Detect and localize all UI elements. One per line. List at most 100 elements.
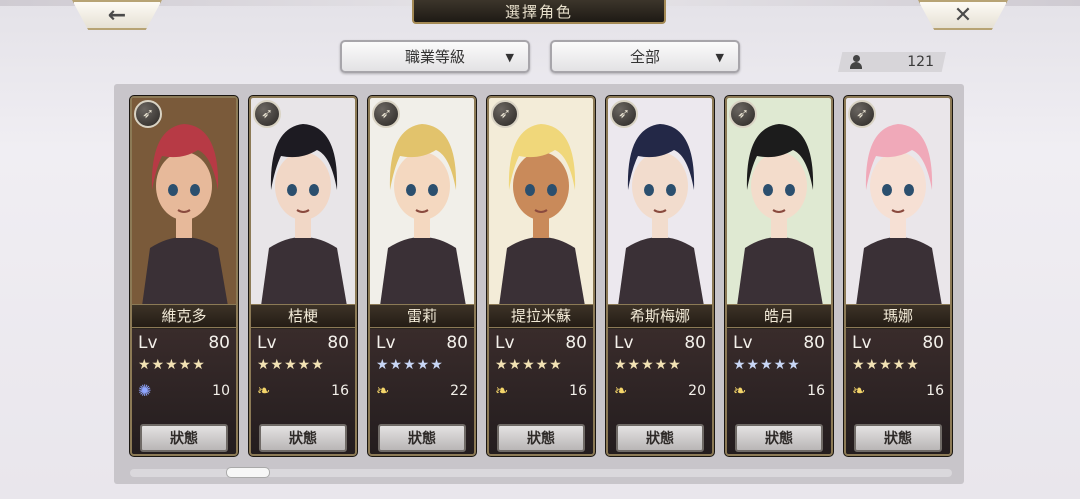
level-row: Lv 80 bbox=[495, 333, 587, 353]
item-count: 16 bbox=[926, 382, 944, 399]
item-count: 20 bbox=[688, 382, 706, 399]
class-icon: ➶ bbox=[134, 100, 162, 128]
chevron-down-icon: ▼ bbox=[715, 51, 724, 64]
class-level-dropdown-label: 職業等級 bbox=[404, 48, 465, 66]
character-name: 提拉米蘇 bbox=[489, 304, 593, 328]
character-list: ➶ 維克多 Lv 80 ★★★★★ ✺ 10 狀態 ➶ 桔梗 Lv 80 ★★★… bbox=[130, 96, 952, 456]
item-row: ❧ 16 bbox=[495, 381, 587, 400]
character-portrait bbox=[846, 98, 950, 306]
character-name: 皓月 bbox=[727, 304, 831, 328]
character-name: 雷莉 bbox=[370, 304, 474, 328]
status-button[interactable]: 狀態 bbox=[140, 424, 228, 452]
level-value: 80 bbox=[803, 333, 825, 353]
class-icon: ➶ bbox=[253, 100, 281, 128]
status-button[interactable]: 狀態 bbox=[497, 424, 585, 452]
status-button[interactable]: 狀態 bbox=[616, 424, 704, 452]
character-name: 希斯梅娜 bbox=[608, 304, 712, 328]
character-card-7[interactable]: ➶ 瑪娜 Lv 80 ★★★★★ ❧ 16 狀態 bbox=[844, 96, 952, 456]
character-info: Lv 80 ★★★★★ ❧ 16 狀態 bbox=[727, 329, 831, 454]
character-portrait bbox=[370, 98, 474, 306]
character-card-4[interactable]: ➶ 提拉米蘇 Lv 80 ★★★★★ ❧ 16 狀態 bbox=[487, 96, 595, 456]
person-icon bbox=[850, 55, 862, 69]
level-label: Lv bbox=[733, 333, 753, 353]
star-rating: ★★★★★ bbox=[257, 357, 325, 373]
level-row: Lv 80 bbox=[257, 333, 349, 353]
back-arrow-icon: ← bbox=[107, 2, 127, 28]
roster-count: 121 bbox=[838, 52, 946, 72]
character-name: 桔梗 bbox=[251, 304, 355, 328]
chevron-down-icon: ▼ bbox=[505, 51, 514, 64]
class-icon: ➶ bbox=[848, 100, 876, 128]
level-value: 80 bbox=[327, 333, 349, 353]
character-card-3[interactable]: ➶ 雷莉 Lv 80 ★★★★★ ❧ 22 狀態 bbox=[368, 96, 476, 456]
character-card-1[interactable]: ➶ 維克多 Lv 80 ★★★★★ ✺ 10 狀態 bbox=[130, 96, 238, 456]
status-button[interactable]: 狀態 bbox=[735, 424, 823, 452]
character-card-6[interactable]: ➶ 皓月 Lv 80 ★★★★★ ❧ 16 狀態 bbox=[725, 96, 833, 456]
star-rating: ★★★★★ bbox=[138, 357, 206, 373]
character-info: Lv 80 ★★★★★ ❧ 16 狀態 bbox=[489, 329, 593, 454]
character-portrait bbox=[727, 98, 831, 306]
level-label: Lv bbox=[852, 333, 872, 353]
wing-icon: ❧ bbox=[495, 381, 509, 400]
wing-icon: ❧ bbox=[852, 381, 866, 400]
swirl-icon: ✺ bbox=[138, 381, 152, 400]
close-icon: ✕ bbox=[953, 2, 973, 28]
roster-count-value: 121 bbox=[907, 54, 934, 70]
class-icon: ➶ bbox=[372, 100, 400, 128]
character-info: Lv 80 ★★★★★ ❧ 22 狀態 bbox=[370, 329, 474, 454]
category-dropdown-label: 全部 bbox=[629, 48, 660, 66]
star-rating: ★★★★★ bbox=[495, 357, 563, 373]
level-label: Lv bbox=[495, 333, 515, 353]
character-info: Lv 80 ★★★★★ ❧ 16 狀態 bbox=[251, 329, 355, 454]
item-row: ❧ 16 bbox=[733, 381, 825, 400]
character-card-5[interactable]: ➶ 希斯梅娜 Lv 80 ★★★★★ ❧ 20 狀態 bbox=[606, 96, 714, 456]
character-info: Lv 80 ★★★★★ ❧ 16 狀態 bbox=[846, 329, 950, 454]
level-label: Lv bbox=[257, 333, 277, 353]
character-info: Lv 80 ★★★★★ ✺ 10 狀態 bbox=[132, 329, 236, 454]
status-button[interactable]: 狀態 bbox=[854, 424, 942, 452]
character-card-2[interactable]: ➶ 桔梗 Lv 80 ★★★★★ ❧ 16 狀態 bbox=[249, 96, 357, 456]
category-dropdown[interactable]: 全部 ▼ bbox=[550, 40, 740, 73]
item-count: 16 bbox=[807, 382, 825, 399]
level-value: 80 bbox=[684, 333, 706, 353]
item-row: ✺ 10 bbox=[138, 381, 230, 400]
class-level-dropdown[interactable]: 職業等級 ▼ bbox=[340, 40, 530, 73]
class-icon: ➶ bbox=[491, 100, 519, 128]
item-row: ❧ 20 bbox=[614, 381, 706, 400]
character-portrait bbox=[251, 98, 355, 306]
scrollbar-thumb[interactable] bbox=[226, 467, 270, 478]
character-info: Lv 80 ★★★★★ ❧ 20 狀態 bbox=[608, 329, 712, 454]
close-button[interactable]: ✕ bbox=[918, 0, 1008, 30]
character-portrait bbox=[489, 98, 593, 306]
level-value: 80 bbox=[446, 333, 468, 353]
wing-icon: ❧ bbox=[376, 381, 390, 400]
wing-icon: ❧ bbox=[257, 381, 271, 400]
level-label: Lv bbox=[376, 333, 396, 353]
status-button[interactable]: 狀態 bbox=[378, 424, 466, 452]
item-count: 10 bbox=[212, 382, 230, 399]
item-count: 16 bbox=[331, 382, 349, 399]
item-count: 22 bbox=[450, 382, 468, 399]
wing-icon: ❧ bbox=[733, 381, 747, 400]
level-row: Lv 80 bbox=[376, 333, 468, 353]
item-row: ❧ 16 bbox=[257, 381, 349, 400]
level-label: Lv bbox=[138, 333, 158, 353]
level-label: Lv bbox=[614, 333, 634, 353]
star-rating: ★★★★★ bbox=[376, 357, 444, 373]
star-rating: ★★★★★ bbox=[733, 357, 801, 373]
page-title: 選擇角色 bbox=[412, 0, 666, 24]
level-value: 80 bbox=[208, 333, 230, 353]
item-count: 16 bbox=[569, 382, 587, 399]
character-name: 瑪娜 bbox=[846, 304, 950, 328]
status-button[interactable]: 狀態 bbox=[259, 424, 347, 452]
wing-icon: ❧ bbox=[614, 381, 628, 400]
star-rating: ★★★★★ bbox=[852, 357, 920, 373]
character-name: 維克多 bbox=[132, 304, 236, 328]
level-row: Lv 80 bbox=[852, 333, 944, 353]
level-row: Lv 80 bbox=[733, 333, 825, 353]
level-row: Lv 80 bbox=[614, 333, 706, 353]
item-row: ❧ 22 bbox=[376, 381, 468, 400]
level-row: Lv 80 bbox=[138, 333, 230, 353]
star-rating: ★★★★★ bbox=[614, 357, 682, 373]
back-button[interactable]: ← bbox=[72, 0, 162, 30]
